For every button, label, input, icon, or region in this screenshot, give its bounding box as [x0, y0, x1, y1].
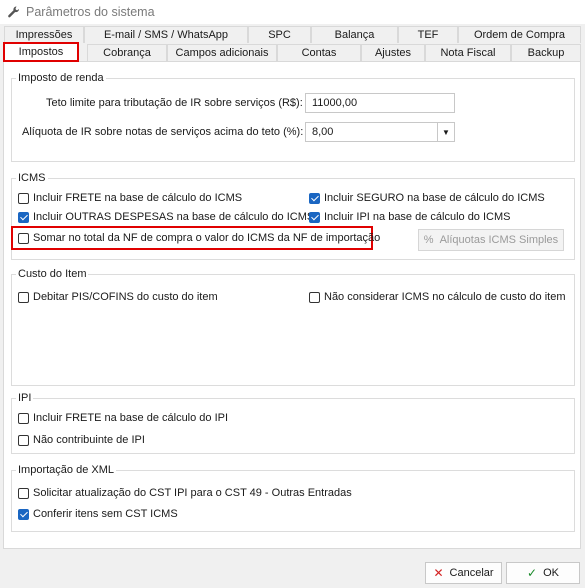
- group-importacao-xml: Importação de XML Solicitar atualização …: [11, 464, 575, 532]
- cb-solicitar-atualizacao-cst[interactable]: Solicitar atualização do CST IPI para o …: [18, 487, 352, 499]
- wrench-icon: [6, 4, 22, 20]
- tab-impostos[interactable]: Impostos: [3, 42, 79, 62]
- tab-cobranca[interactable]: Cobrança: [87, 44, 167, 61]
- cb-icms-somar-nf-importacao[interactable]: Somar no total da NF de compra o valor d…: [18, 232, 380, 244]
- chevron-down-icon[interactable]: ▼: [437, 123, 454, 141]
- aliquota-label: Alíquota de IR sobre notas de serviços a…: [22, 126, 304, 138]
- group-ipi: IPI Incluir FRETE na base de cálculo do …: [11, 392, 575, 454]
- checkmark-icon: ✓: [527, 566, 538, 580]
- cb-icms-seguro[interactable]: Incluir SEGURO na base de cálculo do ICM…: [309, 192, 545, 204]
- group-title-imposto-de-renda: Imposto de renda: [16, 72, 106, 84]
- cb-ipi-frete[interactable]: Incluir FRETE na base de cálculo do IPI: [18, 412, 228, 424]
- tab-spc[interactable]: SPC: [248, 26, 311, 43]
- aliquota-value: 8,00: [312, 126, 334, 138]
- tab-panel-impostos: Imposto de renda Teto limite para tribut…: [3, 61, 581, 549]
- checkbox-checked[interactable]: [309, 211, 320, 223]
- tab-backup[interactable]: Backup: [511, 44, 581, 61]
- cb-label: Debitar PIS/COFINS do custo do item: [33, 291, 218, 303]
- cb-label: Incluir OUTRAS DESPESAS na base de cálcu…: [33, 211, 315, 223]
- tab-ordem-de-compra[interactable]: Ordem de Compra: [458, 26, 581, 43]
- button-label: Alíquotas ICMS Simples: [439, 234, 559, 246]
- cb-label: Solicitar atualização do CST IPI para o …: [33, 487, 352, 499]
- cb-debitar-pis-cofins[interactable]: Debitar PIS/COFINS do custo do item: [18, 291, 218, 303]
- window-title: Parâmetros do sistema: [26, 5, 155, 19]
- close-icon: ✕: [433, 566, 444, 580]
- tab-balanca[interactable]: Balança: [311, 26, 398, 43]
- checkbox[interactable]: [18, 412, 29, 424]
- teto-label: Teto limite para tributação de IR sobre …: [46, 97, 303, 109]
- cb-icms-outras-despesas[interactable]: Incluir OUTRAS DESPESAS na base de cálcu…: [18, 211, 314, 223]
- cb-nao-contribuinte-ipi[interactable]: Não contribuinte de IPI: [18, 434, 145, 446]
- checkbox-checked[interactable]: [309, 192, 320, 204]
- tab-campos-adicionais[interactable]: Campos adicionais: [167, 44, 277, 61]
- cb-nao-considerar-icms[interactable]: Não considerar ICMS no cálculo de custo …: [309, 291, 566, 303]
- cancel-button[interactable]: ✕ Cancelar: [425, 562, 502, 584]
- cb-label: Conferir itens sem CST ICMS: [33, 508, 178, 520]
- checkbox-checked[interactable]: [18, 211, 29, 223]
- group-title-importacao-xml: Importação de XML: [16, 464, 116, 476]
- tab-impressoes[interactable]: Impressões: [4, 26, 84, 43]
- group-icms: ICMS Incluir FRETE na base de cálculo do…: [11, 172, 575, 260]
- button-label: OK: [543, 567, 559, 579]
- tab-contas[interactable]: Contas: [277, 44, 361, 61]
- group-imposto-de-renda: Imposto de renda Teto limite para tribut…: [11, 72, 575, 162]
- checkbox[interactable]: [18, 291, 29, 303]
- cb-icms-ipi[interactable]: Incluir IPI na base de cálculo do ICMS: [309, 211, 510, 223]
- teto-input[interactable]: 11000,00: [305, 93, 455, 113]
- tab-ajustes[interactable]: Ajustes: [361, 44, 425, 61]
- tab-tef[interactable]: TEF: [398, 26, 458, 43]
- checkbox[interactable]: [309, 291, 320, 303]
- title-bar: Parâmetros do sistema: [0, 0, 585, 24]
- checkbox[interactable]: [18, 434, 29, 446]
- checkbox[interactable]: [18, 192, 29, 204]
- button-label: Cancelar: [449, 567, 494, 579]
- ok-button[interactable]: ✓ OK: [506, 562, 580, 584]
- cb-label: Somar no total da NF de compra o valor d…: [33, 232, 381, 244]
- cb-label: Não considerar ICMS no cálculo de custo …: [324, 291, 566, 303]
- group-title-ipi: IPI: [16, 392, 34, 404]
- aliquota-select[interactable]: 8,00 ▼: [305, 122, 455, 142]
- checkbox[interactable]: [18, 487, 29, 499]
- group-custo-do-item: Custo do Item Debitar PIS/COFINS do cust…: [11, 268, 575, 386]
- cb-conferir-itens-sem-cst[interactable]: Conferir itens sem CST ICMS: [18, 508, 178, 520]
- group-title-icms: ICMS: [16, 172, 48, 184]
- group-title-custo-do-item: Custo do Item: [16, 268, 89, 280]
- cb-icms-frete[interactable]: Incluir FRETE na base de cálculo do ICMS: [18, 192, 242, 204]
- aliquotas-icms-simples-button[interactable]: % Alíquotas ICMS Simples: [418, 229, 564, 251]
- cb-label: Não contribuinte de IPI: [33, 434, 145, 446]
- checkbox-checked[interactable]: [18, 508, 29, 520]
- cb-label: Incluir FRETE na base de cálculo do IPI: [33, 412, 229, 424]
- tab-email-sms-whatsapp[interactable]: E-mail / SMS / WhatsApp: [84, 26, 248, 43]
- cb-label: Incluir IPI na base de cálculo do ICMS: [324, 211, 511, 223]
- cb-label: Incluir FRETE na base de cálculo do ICMS: [33, 192, 243, 204]
- percent-icon: %: [423, 234, 434, 246]
- checkbox[interactable]: [18, 232, 29, 244]
- cb-label: Incluir SEGURO na base de cálculo do ICM…: [324, 192, 545, 204]
- tab-nota-fiscal[interactable]: Nota Fiscal: [425, 44, 511, 61]
